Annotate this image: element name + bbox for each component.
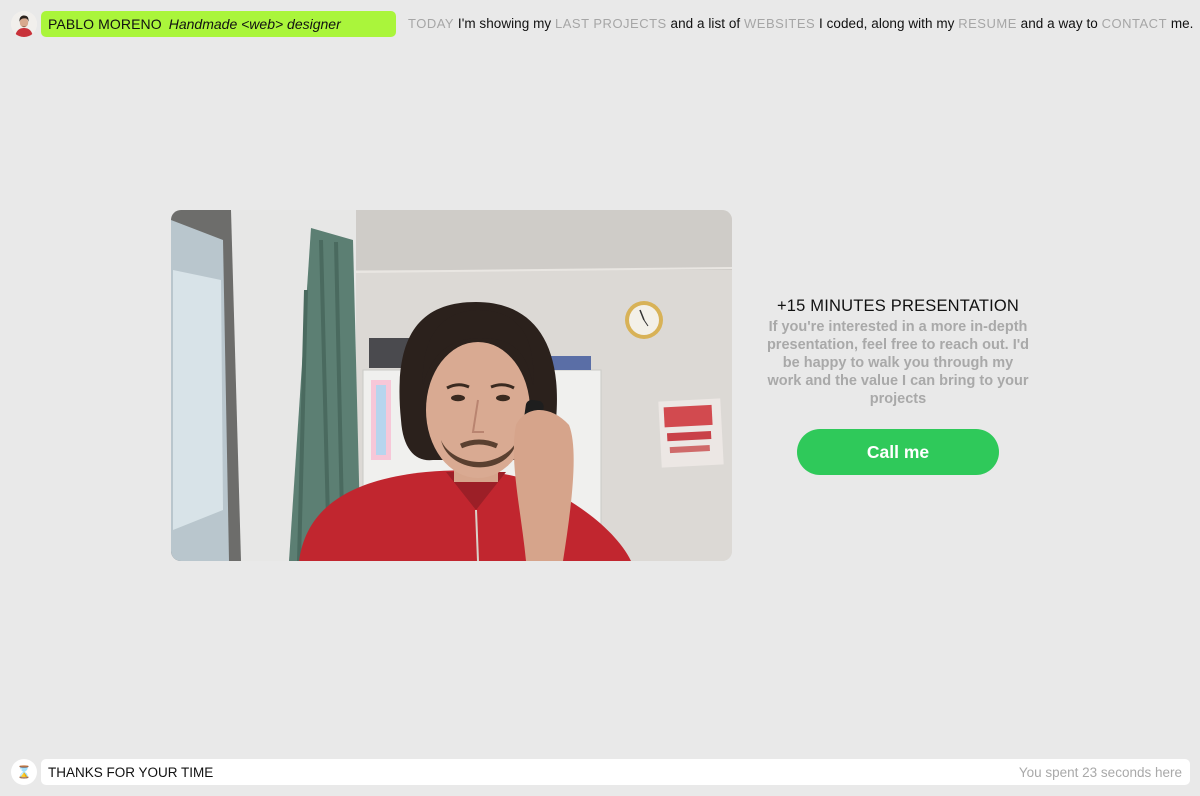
time-spent-counter: You spent 23 seconds here: [1018, 764, 1182, 780]
intro-text-2: and a list of: [666, 16, 745, 31]
intro-text-5: me.: [1167, 16, 1198, 31]
contact-link[interactable]: CONTACT: [1102, 16, 1167, 31]
designer-name: PABLO MORENO: [48, 16, 162, 32]
resume-link[interactable]: RESUME: [958, 16, 1017, 31]
websites-link[interactable]: WEBSITES: [744, 16, 815, 31]
thanks-message: THANKS FOR YOUR TIME: [48, 764, 214, 780]
footer-bar: THANKS FOR YOUR TIME You spent 23 second…: [41, 759, 1190, 785]
intro-text-1: I'm showing my: [454, 16, 555, 31]
avatar: [11, 11, 37, 37]
intro-text-3: I coded, along with my: [815, 16, 959, 31]
last-projects-link[interactable]: LAST PROJECTS: [555, 16, 667, 31]
intro-sentence: TODAY I'm showing my LAST PROJECTS and a…: [408, 16, 1200, 31]
presentation-video[interactable]: [171, 210, 732, 561]
hourglass-icon: ⌛: [11, 759, 37, 785]
name-pill[interactable]: PABLO MORENO Handmade <web> designer: [41, 11, 396, 37]
intro-text-4: and a way to: [1016, 16, 1102, 31]
presentation-description: If you're interested in a more in-depth …: [766, 319, 1030, 407]
presentation-panel: +15 MINUTES PRESENTATION If you're inter…: [764, 296, 1032, 408]
today-link[interactable]: TODAY: [408, 16, 454, 31]
call-me-button[interactable]: Call me: [797, 429, 999, 475]
presentation-title: +15 MINUTES PRESENTATION: [776, 297, 1020, 315]
designer-role: Handmade <web> designer: [168, 16, 341, 32]
